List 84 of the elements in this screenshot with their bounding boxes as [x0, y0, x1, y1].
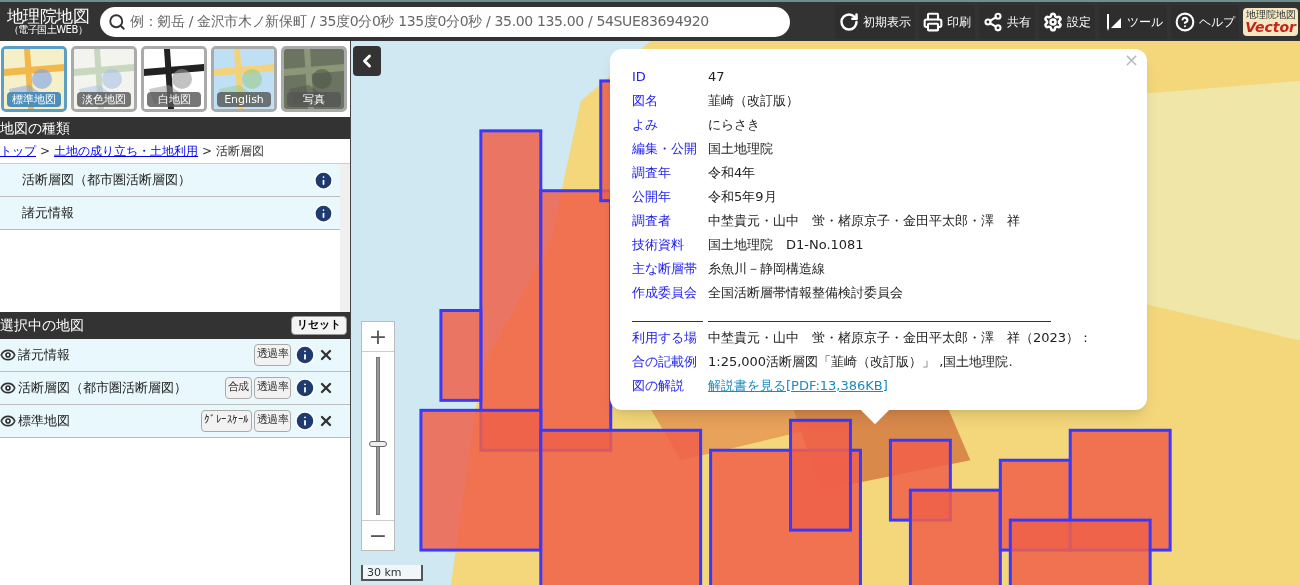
field-value: 国土地理院	[708, 140, 773, 158]
layer-name: 諸元情報	[22, 204, 75, 223]
breadcrumb-link[interactable]: トップ	[0, 142, 36, 160]
field-value: にらさき	[708, 116, 760, 134]
toolbar-button[interactable]: ヘルプ	[1171, 4, 1240, 39]
badge-subtitle: Vector	[1245, 19, 1296, 34]
basemap-tile[interactable]: 写真	[281, 46, 347, 112]
field-label: 図の解説	[632, 377, 685, 395]
field-label: 調査年	[632, 164, 672, 182]
basemap-label: 写真	[287, 92, 341, 107]
field-label: 作成委員会	[632, 284, 698, 302]
breadcrumb-link[interactable]: 土地の成り立ち・土地利用	[54, 142, 199, 160]
share-icon	[983, 11, 1004, 32]
field-label: 公開年	[632, 188, 672, 206]
basemap-label: English	[217, 92, 271, 107]
info-icon[interactable]	[294, 343, 316, 366]
scale-label: 30 km	[366, 566, 402, 578]
field-value: 令和5年9月	[708, 188, 777, 206]
zoom-slider-thumb[interactable]	[369, 440, 387, 447]
search-field[interactable]: 例：剱岳 / 金沢市木ノ新保町 / 35度0分0秒 135度0分0秒 / 35.00 135.00 / 54SUE83694920	[100, 6, 790, 37]
field-label: 技術資料	[632, 236, 685, 254]
app-title: 地理院地図	[6, 8, 90, 25]
basemap-label: 標準地図	[7, 92, 61, 107]
layer-name: 諸元情報	[18, 345, 71, 364]
field-label: 利用する場合の記載例	[632, 329, 697, 371]
toolbar-button[interactable]: 設定	[1039, 4, 1096, 39]
toolbar-button[interactable]: 印刷	[919, 4, 976, 39]
basemap-tile[interactable]: 白地図	[141, 46, 207, 112]
info-icon[interactable]	[313, 202, 334, 224]
toolbar-button[interactable]: ツール	[1099, 4, 1168, 39]
breadcrumb-current: 活断層図	[216, 143, 265, 160]
field-label: 主な断層帯	[632, 260, 698, 278]
settings-icon	[1043, 11, 1064, 32]
field-value: 国土地理院 D1-No.1081	[708, 236, 864, 254]
reload-icon	[839, 11, 860, 32]
field-value: 令和4年	[708, 164, 756, 182]
field-value: 47	[708, 68, 725, 86]
field-label: 図名	[632, 92, 659, 110]
section-title: 地図の種類	[0, 118, 70, 138]
layer-name: 活断層図（都市圏活断層図）	[18, 378, 188, 397]
breadcrumb-separator: >	[202, 143, 213, 160]
reset-button[interactable]: リセット	[291, 315, 347, 335]
field-label: 編集・公開	[632, 140, 698, 158]
section-title: 選択中の地図	[0, 315, 84, 335]
zoom-slider-track[interactable]	[368, 357, 388, 515]
toolbar-button[interactable]: 初期表示	[835, 4, 916, 39]
pdf-link[interactable]: 解説書を見る[PDF:13,386KB]	[708, 378, 888, 393]
breadcrumb-separator: >	[40, 143, 51, 160]
layer-name: 標準地図	[18, 411, 71, 430]
field-value: 韮崎（改訂版）	[708, 92, 799, 110]
badge-title: 地理院地図	[1245, 9, 1296, 20]
help-icon	[1175, 11, 1196, 32]
layer-option-button[interactable]: 透過率	[253, 409, 291, 432]
layer-option-button[interactable]: ｸﾞﾚｰｽｹｰﾙ	[201, 409, 252, 432]
layer-option-button[interactable]: 透過率	[253, 343, 291, 366]
basemap-label: 白地図	[147, 92, 201, 107]
field-value: 中埜貴元・山中 蛍・楮原京子・金田平太郎・澤 祥（2023）：1:25,000活断層図「韮崎（改訂版）」 ,国土地理院.	[708, 329, 1094, 371]
collapse-panel-button[interactable]	[353, 46, 381, 76]
basemap-tile[interactable]: 標準地図	[1, 46, 67, 112]
field-value: 中埜貴元・山中 蛍・楮原京子・金田平太郎・澤 祥	[708, 212, 1020, 230]
printer-icon	[923, 11, 944, 32]
scrollbar[interactable]	[340, 164, 350, 312]
app-subtitle: （電子国土WEB）	[8, 25, 88, 35]
info-icon[interactable]	[294, 409, 316, 432]
zoom-in-button[interactable]: +	[362, 322, 394, 352]
field-value: 糸魚川－静岡構造線	[708, 260, 825, 278]
layer-list-item[interactable]: 諸元情報	[0, 197, 340, 230]
search-icon	[108, 12, 126, 31]
layer-name: 活断層図（都市圏活断層図）	[22, 171, 192, 190]
field-value: 全国活断層帯情報整備検討委員会	[708, 284, 903, 302]
basemap-label: 淡色地図	[77, 92, 131, 107]
vector-badge[interactable]: 地理院地図 Vector	[1243, 7, 1298, 36]
info-icon[interactable]	[313, 169, 334, 191]
field-label: 調査者	[632, 212, 672, 230]
toolbar-button[interactable]: 共有	[979, 4, 1036, 39]
field-label: よみ	[632, 116, 659, 134]
zoom-out-button[interactable]: −	[362, 520, 394, 550]
basemap-tile[interactable]: 淡色地図	[71, 46, 137, 112]
basemap-tile[interactable]: English	[211, 46, 277, 112]
info-icon[interactable]	[294, 376, 316, 399]
field-label: ID	[632, 68, 647, 86]
layer-list-item[interactable]: 活断層図（都市圏活断層図）	[0, 164, 340, 197]
layer-option-button[interactable]: 透過率	[253, 376, 291, 399]
layer-option-button[interactable]: 合成	[224, 376, 252, 399]
